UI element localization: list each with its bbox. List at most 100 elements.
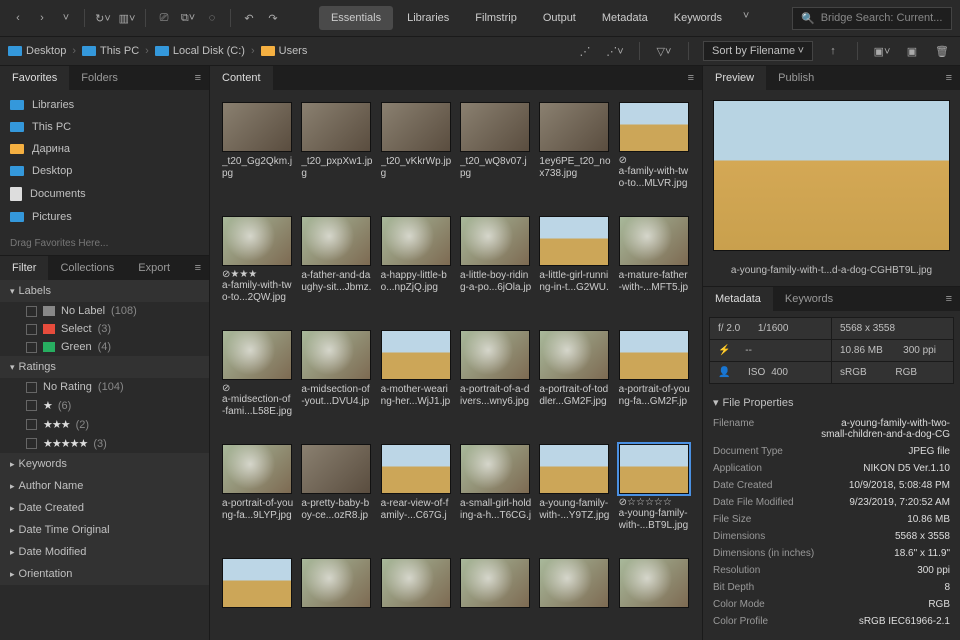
sort-dropdown[interactable]: Sort by Filename˅ xyxy=(703,41,813,61)
ws-tab-keywords[interactable]: Keywords xyxy=(662,6,734,30)
thumbnail[interactable]: a-rear-view-of-family-...C67G.jpg xyxy=(381,444,452,548)
fav-desktop[interactable]: Desktop xyxy=(0,160,209,182)
thumbnail-image[interactable] xyxy=(539,216,609,266)
thumbnail-image[interactable] xyxy=(539,444,609,494)
filter-group-date-modified[interactable]: ▸Date Modified xyxy=(0,541,209,563)
thumbnail-image[interactable] xyxy=(222,558,292,608)
filter-item[interactable]: Select(3) xyxy=(0,320,209,338)
thumbnail[interactable]: a-pretty-baby-boy-ce...ozR8.jpg xyxy=(301,444,372,548)
thumbnail[interactable]: a-small-girl-holding-a-h...T6CG.jpg xyxy=(460,444,531,548)
path-localdisk[interactable]: Local Disk (C:) xyxy=(155,45,245,57)
tab-collections[interactable]: Collections xyxy=(48,256,126,280)
ws-overflow-button[interactable]: ˅ xyxy=(736,6,756,26)
ws-tab-libraries[interactable]: Libraries xyxy=(395,6,461,30)
checkbox[interactable] xyxy=(26,324,37,335)
thumbnail-image[interactable] xyxy=(539,330,609,380)
tab-keywords[interactable]: Keywords xyxy=(773,287,845,311)
thumbnail-image[interactable] xyxy=(460,330,530,380)
tab-publish[interactable]: Publish xyxy=(766,66,826,90)
thumbnail[interactable]: a-midsection-of-yout...DVU4.jpg xyxy=(301,330,372,434)
thumbnail[interactable]: a-portrait-of-a-divers...wny6.jpg xyxy=(460,330,531,434)
tab-favorites[interactable]: Favorites xyxy=(0,66,69,90)
panel-menu-button[interactable]: ≡ xyxy=(938,287,960,311)
thumbnail[interactable]: _t20_Gg2Qkm.jpg xyxy=(222,102,293,206)
thumbnail-image[interactable] xyxy=(222,330,292,380)
thumbnail-image[interactable] xyxy=(619,216,689,266)
path-thispc[interactable]: This PC xyxy=(82,45,139,57)
fav-documents[interactable]: Documents xyxy=(0,182,209,206)
fav-pictures[interactable]: Pictures xyxy=(0,206,209,228)
thumbnail-image[interactable] xyxy=(222,216,292,266)
fileprops-header[interactable]: ▾File Properties xyxy=(703,390,960,415)
thumbnail[interactable]: a-happy-little-bo...npZjQ.jpg xyxy=(381,216,452,320)
batch-rename-button[interactable]: ⧉˅ xyxy=(178,8,198,28)
checkbox[interactable] xyxy=(26,400,37,411)
sort-order-button[interactable]: ↑ xyxy=(823,41,843,61)
filter-rating-button[interactable]: ▽˅ xyxy=(654,41,674,61)
thumbnail-image[interactable] xyxy=(460,558,530,608)
thumbnail[interactable]: a-portrait-of-young-fa...9LYP.jpg xyxy=(222,444,293,548)
thumbnail[interactable] xyxy=(222,558,293,628)
thumbnail-image[interactable] xyxy=(460,444,530,494)
tab-export[interactable]: Export xyxy=(126,256,182,280)
new-folder-button[interactable]: ▣˅ xyxy=(872,41,892,61)
thumb-quality-button[interactable]: ⋰ xyxy=(575,41,595,61)
thumbnail-image[interactable] xyxy=(381,102,451,152)
thumbnail-image[interactable] xyxy=(619,330,689,380)
ws-tab-essentials[interactable]: Essentials xyxy=(319,6,393,30)
ws-tab-metadata[interactable]: Metadata xyxy=(590,6,660,30)
thumbnail-image[interactable] xyxy=(619,558,689,608)
thumbnail-image[interactable] xyxy=(301,558,371,608)
thumbnail[interactable] xyxy=(381,558,452,628)
open-button[interactable]: ▣ xyxy=(902,41,922,61)
thumbnail-image[interactable] xyxy=(301,330,371,380)
fav-user-folder[interactable]: Дарина xyxy=(0,138,209,160)
panel-menu-button[interactable]: ≡ xyxy=(680,66,702,90)
nav-forward-button[interactable]: › xyxy=(32,8,52,28)
thumbnail[interactable]: a-portrait-of-toddler...GM2F.jpg xyxy=(539,330,610,434)
path-desktop[interactable]: Desktop xyxy=(8,45,66,57)
fav-thispc[interactable]: This PC xyxy=(0,116,209,138)
thumbnail-image[interactable] xyxy=(619,102,689,152)
thumbnail-image[interactable] xyxy=(619,444,689,494)
filter-group-date-created[interactable]: ▸Date Created xyxy=(0,497,209,519)
thumbnail-image[interactable] xyxy=(460,102,530,152)
thumbnail[interactable]: _t20_pxpXw1.jpg xyxy=(301,102,372,206)
thumbnail[interactable]: a-mature-father-with-...MFT5.jpg xyxy=(619,216,690,320)
thumbnail[interactable]: a-mother-wearing-her...WjJ1.jpg xyxy=(381,330,452,434)
panel-menu-button[interactable]: ≡ xyxy=(187,66,209,90)
search-input[interactable]: 🔍 Bridge Search: Current... xyxy=(792,7,952,30)
ws-tab-filmstrip[interactable]: Filmstrip xyxy=(463,6,529,30)
panel-menu-button[interactable]: ≡ xyxy=(187,256,209,280)
thumbnail[interactable] xyxy=(301,558,372,628)
filter-item[interactable]: ★(6) xyxy=(0,396,209,415)
refine-button[interactable]: ◌ xyxy=(202,8,222,28)
filter-group-author-name[interactable]: ▸Author Name xyxy=(0,475,209,497)
thumbnail[interactable]: a-father-and-daughy-sit...Jbmz.jpg xyxy=(301,216,372,320)
filter-group-keywords[interactable]: ▸Keywords xyxy=(0,453,209,475)
checkbox[interactable] xyxy=(26,438,37,449)
recent-files-button[interactable]: ↻˅ xyxy=(93,8,113,28)
thumbnail-image[interactable] xyxy=(222,102,292,152)
filter-item[interactable]: No Label(108) xyxy=(0,302,209,320)
thumbnail[interactable]: 1ey6PE_t20_nox738.jpg xyxy=(539,102,610,206)
tab-content[interactable]: Content xyxy=(210,66,273,90)
checkbox[interactable] xyxy=(26,382,37,393)
thumbnail-image[interactable] xyxy=(539,102,609,152)
preview-image[interactable] xyxy=(713,100,950,251)
thumbnail-image[interactable] xyxy=(301,216,371,266)
filter-group-labels[interactable]: ▾Labels xyxy=(0,280,209,302)
thumbnail-image[interactable] xyxy=(301,444,371,494)
tab-filter[interactable]: Filter xyxy=(0,256,48,280)
filter-item[interactable]: ★★★(2) xyxy=(0,415,209,434)
thumbnail[interactable]: a-little-boy-riding-a-po...6jOla.jpg xyxy=(460,216,531,320)
filter-group-ratings[interactable]: ▾Ratings xyxy=(0,356,209,378)
ws-tab-output[interactable]: Output xyxy=(531,6,588,30)
tab-folders[interactable]: Folders xyxy=(69,66,130,90)
thumbnail[interactable]: ⊘★★★a-family-with-two-to...2QW.jpg xyxy=(222,216,293,320)
rotate-cw-button[interactable]: ↷ xyxy=(263,8,283,28)
thumbnail[interactable]: a-little-girl-running-in-t...G2WU.jpg xyxy=(539,216,610,320)
nav-back-button[interactable]: ‹ xyxy=(8,8,28,28)
thumbnail[interactable]: ⊘a-family-with-two-to...MLVR.jpg xyxy=(619,102,690,206)
thumbnail[interactable]: a-portrait-of-young-fa...GM2F.jpg xyxy=(619,330,690,434)
